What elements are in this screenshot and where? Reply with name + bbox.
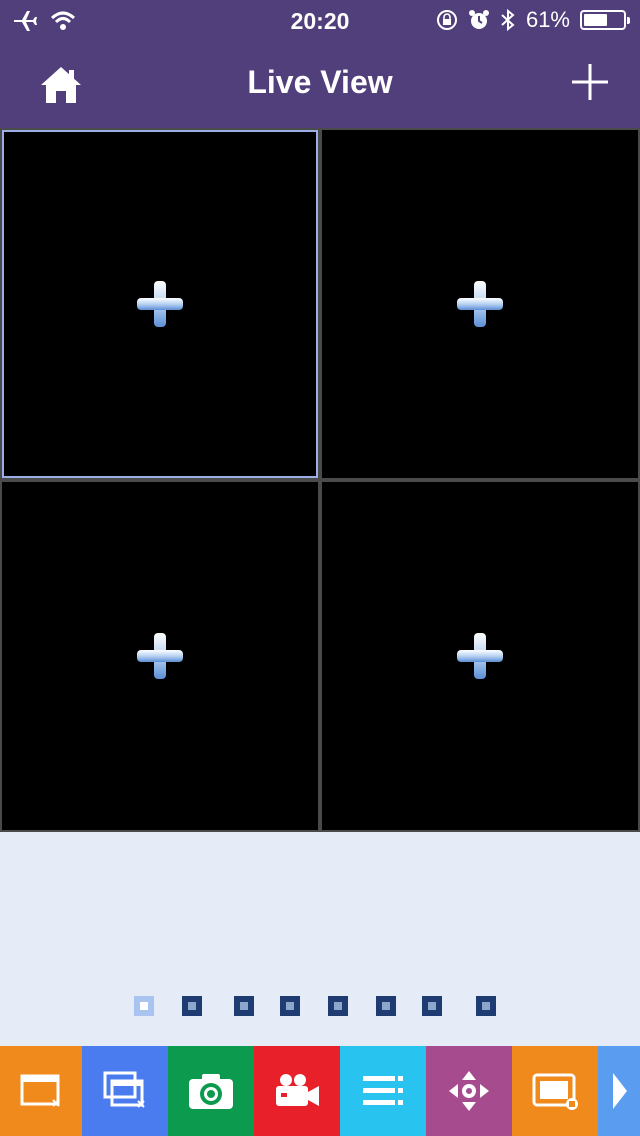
page-dot-center [240,1002,248,1010]
alarm-icon [468,10,489,29]
add-camera-plus-icon[interactable] [136,632,184,680]
record-video-icon [276,1074,319,1106]
page-dot-center [428,1002,436,1010]
menu-button[interactable] [340,1046,426,1136]
ptz-button[interactable] [426,1046,512,1136]
page-title: Live View [247,64,393,100]
add-camera-plus-icon[interactable] [456,280,504,328]
page-dot[interactable] [328,996,348,1016]
video-tile-1[interactable] [2,130,318,478]
snapshot-camera-icon [189,1074,233,1109]
record-button[interactable] [254,1046,340,1136]
video-tile-3[interactable] [2,482,318,830]
snapshot-button[interactable] [168,1046,254,1136]
nav-bar: Live View [0,42,640,128]
page-dot-center [286,1002,294,1010]
bottom-toolbar [0,1046,640,1136]
status-right: 61% [436,7,630,33]
ptz-move-icon [449,1071,489,1111]
page-dot-center [382,1002,390,1010]
video-tile-2[interactable] [322,130,638,478]
bluetooth-icon [501,8,515,32]
page-dot-center [140,1002,148,1010]
page-dot[interactable] [376,996,396,1016]
add-camera-plus-icon[interactable] [456,632,504,680]
close-all-windows-button[interactable] [82,1046,168,1136]
next-toolbar-page-button[interactable] [598,1046,640,1136]
status-bar: 20:20 61% [0,0,640,42]
window-layout-button[interactable] [512,1046,598,1136]
plus-icon [572,64,608,100]
page-indicator [0,996,640,1018]
page-dot[interactable] [476,996,496,1016]
next-arrow-icon [613,1073,627,1109]
menu-list-icon [363,1076,403,1105]
battery-percent: 61% [525,7,570,32]
add-camera-plus-icon[interactable] [136,280,184,328]
battery-icon [580,10,630,30]
add-device-button[interactable] [570,62,610,102]
page-dot[interactable] [182,996,202,1016]
close-all-windows-icon [103,1071,145,1108]
close-window-button[interactable] [0,1046,82,1136]
page-dot-center [482,1002,490,1010]
close-window-icon [20,1074,60,1107]
rotation-lock-icon [436,10,457,30]
page-dot[interactable] [234,996,254,1016]
page-dot-center [334,1002,342,1010]
page-dot[interactable] [422,996,442,1016]
battery-fill [584,14,607,26]
live-view-grid [0,128,640,832]
window-layout-icon [532,1073,578,1110]
video-tile-4[interactable] [322,482,638,830]
page-dot[interactable] [280,996,300,1016]
page-dot[interactable] [134,996,154,1016]
page-dot-center [188,1002,196,1010]
